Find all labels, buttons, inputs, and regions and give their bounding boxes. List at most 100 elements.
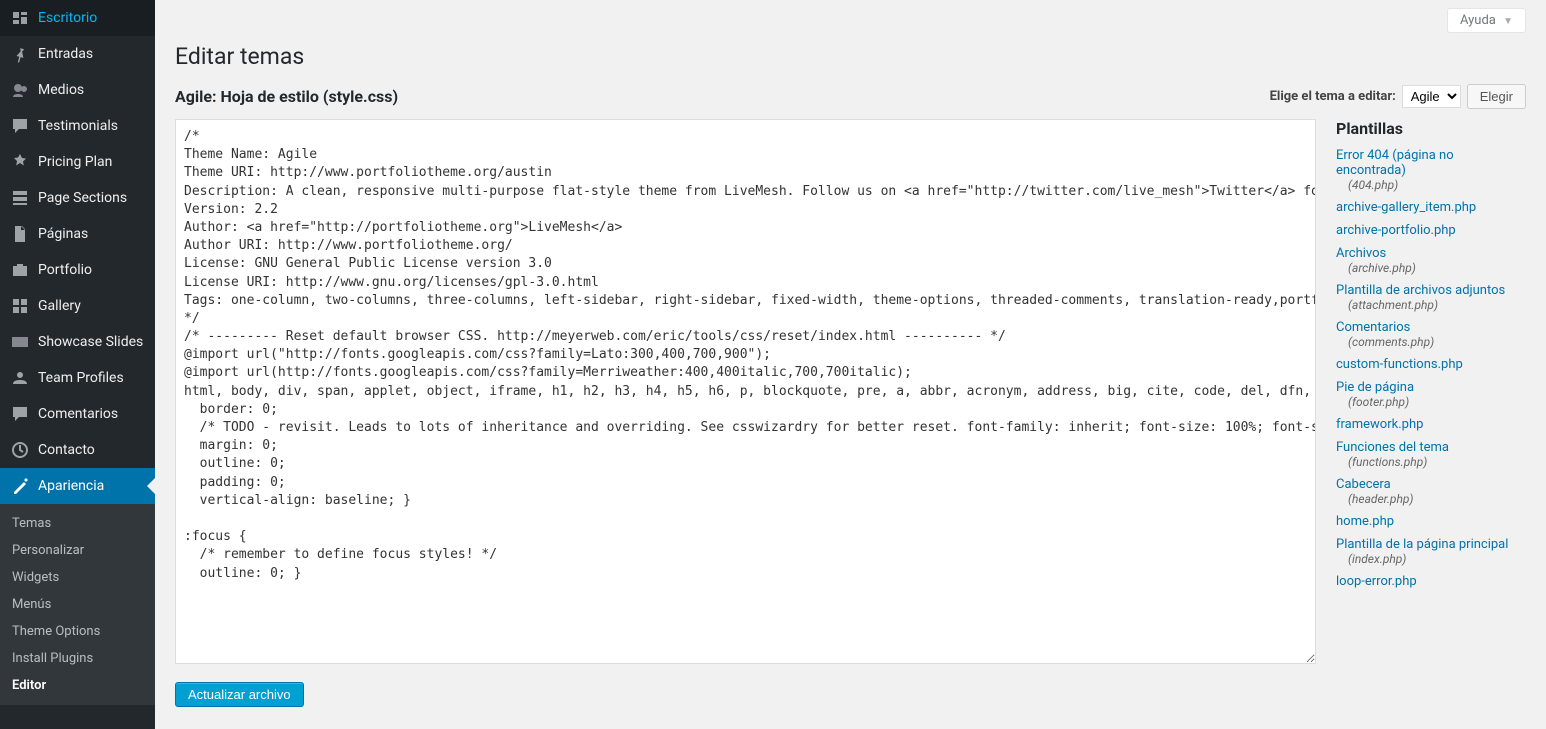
sidebar-item-team-profiles[interactable]: Team Profiles <box>0 360 155 396</box>
sidebar-item-label: Entradas <box>38 46 93 62</box>
submenu-item-temas[interactable]: Temas <box>0 510 155 537</box>
pin-icon <box>10 44 30 64</box>
choose-theme-button[interactable]: Elegir <box>1467 84 1526 109</box>
sidebar-item-medios[interactable]: Medios <box>0 72 155 108</box>
template-link[interactable]: archive-portfolio.php <box>1336 223 1456 238</box>
template-item: Pie de página(footer.php) <box>1336 380 1526 409</box>
sidebar-item-entradas[interactable]: Entradas <box>0 36 155 72</box>
template-item: Plantilla de la página principal(index.p… <box>1336 537 1526 566</box>
template-link[interactable]: Plantilla de la página principal <box>1336 537 1508 552</box>
sidebar-item-label: Portfolio <box>38 262 92 278</box>
help-tab[interactable]: Ayuda ▼ <box>1447 8 1526 33</box>
sidebar-item-pricing-plan[interactable]: Pricing Plan <box>0 144 155 180</box>
template-filename: (archive.php) <box>1348 261 1526 275</box>
template-item: Comentarios(comments.php) <box>1336 320 1526 349</box>
template-item: Plantilla de archivos adjuntos(attachmen… <box>1336 283 1526 312</box>
sidebar-item-label: Contacto <box>38 442 95 458</box>
pricing-icon <box>10 152 30 172</box>
template-link[interactable]: custom-functions.php <box>1336 357 1463 372</box>
page-icon <box>10 224 30 244</box>
page-title: Editar temas <box>175 43 1526 70</box>
sidebar-item-label: Showcase Slides <box>38 334 143 350</box>
template-link[interactable]: Plantilla de archivos adjuntos <box>1336 283 1505 298</box>
sidebar-item-contacto[interactable]: Contacto <box>0 432 155 468</box>
testimonial-icon <box>10 116 30 136</box>
sidebar-item-escritorio[interactable]: Escritorio <box>0 0 155 36</box>
sidebar-item-label: Escritorio <box>38 10 97 26</box>
portfolio-icon <box>10 260 30 280</box>
template-item: home.php <box>1336 514 1526 529</box>
template-filename: (404.php) <box>1348 178 1526 192</box>
template-filename: (attachment.php) <box>1348 298 1526 312</box>
template-item: archive-gallery_item.php <box>1336 200 1526 215</box>
template-filename: (footer.php) <box>1348 395 1526 409</box>
template-item: Error 404 (página no encontrada)(404.php… <box>1336 148 1526 192</box>
template-link[interactable]: Cabecera <box>1336 477 1391 492</box>
submenu-item-widgets[interactable]: Widgets <box>0 564 155 591</box>
help-tab-label: Ayuda <box>1460 13 1496 28</box>
template-item: archive-portfolio.php <box>1336 223 1526 238</box>
template-item: framework.php <box>1336 417 1526 432</box>
submenu-item-install-plugins[interactable]: Install Plugins <box>0 645 155 672</box>
template-link[interactable]: Archivos <box>1336 246 1386 261</box>
sidebar-item-apariencia[interactable]: Apariencia <box>0 468 155 504</box>
template-link[interactable]: loop-error.php <box>1336 574 1417 589</box>
appearance-icon <box>10 476 30 496</box>
submenu-item-editor[interactable]: Editor <box>0 672 155 699</box>
template-link[interactable]: Error 404 (página no encontrada) <box>1336 148 1454 178</box>
template-link[interactable]: Comentarios <box>1336 320 1410 335</box>
template-link[interactable]: Funciones del tema <box>1336 440 1449 455</box>
sidebar-item-page-sections[interactable]: Page Sections <box>0 180 155 216</box>
gallery-icon <box>10 296 30 316</box>
sections-icon <box>10 188 30 208</box>
template-item: Cabecera(header.php) <box>1336 477 1526 506</box>
template-item: Archivos(archive.php) <box>1336 246 1526 275</box>
sidebar-item-comentarios[interactable]: Comentarios <box>0 396 155 432</box>
templates-panel: Plantillas Error 404 (página no encontra… <box>1336 119 1526 597</box>
sidebar-item-portfolio[interactable]: Portfolio <box>0 252 155 288</box>
sidebar-item-label: Pricing Plan <box>38 154 112 170</box>
template-link[interactable]: Pie de página <box>1336 380 1414 395</box>
template-link[interactable]: home.php <box>1336 514 1394 529</box>
sidebar-item-label: Apariencia <box>38 478 104 494</box>
sidebar-item-label: Testimonials <box>38 118 118 134</box>
sidebar-item-páginas[interactable]: Páginas <box>0 216 155 252</box>
templates-heading: Plantillas <box>1336 119 1526 138</box>
template-filename: (index.php) <box>1348 552 1526 566</box>
template-item: custom-functions.php <box>1336 357 1526 372</box>
sidebar-item-label: Team Profiles <box>38 370 124 386</box>
sidebar-item-label: Gallery <box>38 298 81 314</box>
sidebar-item-label: Páginas <box>38 226 88 242</box>
submenu-item-menús[interactable]: Menús <box>0 591 155 618</box>
submenu-item-personalizar[interactable]: Personalizar <box>0 537 155 564</box>
team-icon <box>10 368 30 388</box>
dashboard-icon <box>10 8 30 28</box>
sidebar-item-testimonials[interactable]: Testimonials <box>0 108 155 144</box>
sidebar-item-label: Medios <box>38 82 84 98</box>
sidebar-item-gallery[interactable]: Gallery <box>0 288 155 324</box>
slides-icon <box>10 332 30 352</box>
main-content: Ayuda ▼ Editar temas Agile: Hoja de esti… <box>155 0 1546 707</box>
comments-icon <box>10 404 30 424</box>
theme-select[interactable]: Agile <box>1402 85 1461 108</box>
template-item: Funciones del tema(functions.php) <box>1336 440 1526 469</box>
theme-select-label: Elige el tema a editar: <box>1270 89 1396 104</box>
template-filename: (functions.php) <box>1348 455 1526 469</box>
sidebar-item-label: Page Sections <box>38 190 127 206</box>
chevron-down-icon: ▼ <box>1503 16 1513 27</box>
code-editor[interactable] <box>175 119 1316 664</box>
template-filename: (header.php) <box>1348 492 1526 506</box>
template-filename: (comments.php) <box>1348 335 1526 349</box>
sidebar-submenu: TemasPersonalizarWidgetsMenúsTheme Optio… <box>0 504 155 705</box>
sidebar-item-label: Comentarios <box>38 406 118 422</box>
media-icon <box>10 80 30 100</box>
template-link[interactable]: archive-gallery_item.php <box>1336 200 1476 215</box>
template-item: loop-error.php <box>1336 574 1526 589</box>
submenu-item-theme-options[interactable]: Theme Options <box>0 618 155 645</box>
template-link[interactable]: framework.php <box>1336 417 1423 432</box>
admin-sidebar: Escritorio Entradas Medios Testimonials Pric… <box>0 0 155 729</box>
sidebar-item-showcase-slides[interactable]: Showcase Slides <box>0 324 155 360</box>
contact-icon <box>10 440 30 460</box>
file-heading: Agile: Hoja de estilo (style.css) <box>175 87 398 106</box>
update-file-button[interactable]: Actualizar archivo <box>175 682 304 707</box>
